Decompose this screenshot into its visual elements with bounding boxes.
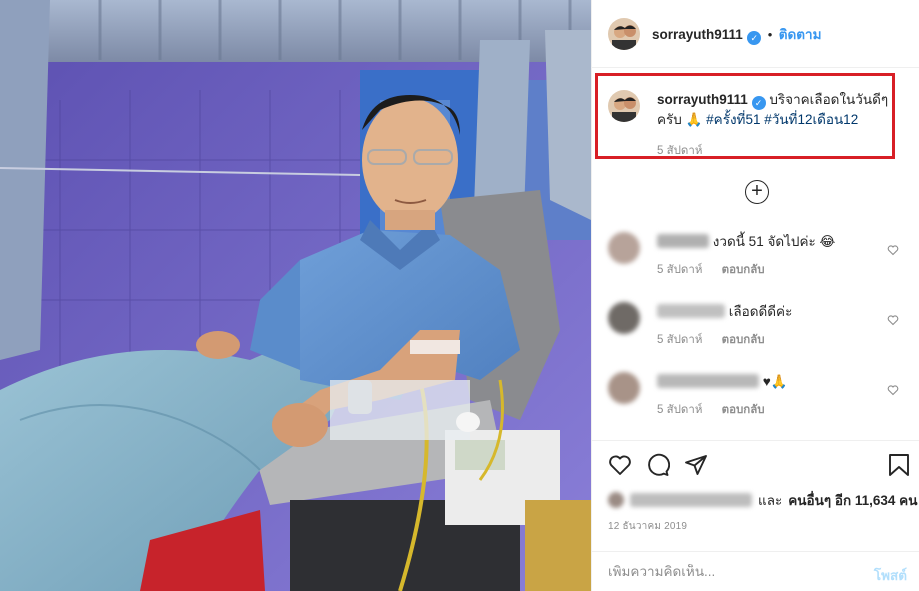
- comment-meta: 5 สัปดาห์ ตอบกลับ: [657, 261, 877, 279]
- comment-icon[interactable]: [646, 453, 670, 477]
- comment-meta: 5 สัปดาห์ ตอบกลับ: [657, 401, 877, 419]
- commenter-avatar[interactable]: [608, 302, 640, 334]
- add-comment-bar: โพสต์: [592, 551, 919, 591]
- plus-circle-icon[interactable]: +: [745, 180, 769, 204]
- action-icons: [608, 453, 708, 477]
- blood-donation-photo: [0, 0, 591, 591]
- comment-item: เลือดดีดีค่ะ 5 สัปดาห์ ตอบกลับ: [608, 302, 908, 349]
- likes-summary: และ คนอื่นๆ อีก 11,634 คน: [608, 489, 917, 511]
- author-avatar[interactable]: [608, 17, 640, 50]
- likes-others-link[interactable]: คนอื่นๆ อีก 11,634 คน: [788, 489, 917, 511]
- hashtag-link[interactable]: #ครั้งที่51: [706, 112, 760, 127]
- heart-icon[interactable]: [608, 453, 632, 477]
- post-photo[interactable]: [0, 0, 591, 591]
- hashtag-link[interactable]: #วันที่12เดือน12: [764, 112, 858, 127]
- post-side-panel: sorrayuth9111 ✓ • ติดตาม sorrayuth9111 ✓…: [591, 0, 919, 591]
- bookmark-button[interactable]: [888, 453, 910, 477]
- comment-time[interactable]: 5 สัปดาห์: [657, 264, 702, 276]
- comment-like-heart-icon[interactable]: [887, 244, 899, 256]
- share-icon[interactable]: [684, 453, 708, 477]
- separator-dot: •: [767, 26, 773, 42]
- commenter-avatar[interactable]: [608, 372, 640, 404]
- comment-time[interactable]: 5 สัปดาห์: [657, 404, 702, 416]
- comment-meta: 5 สัปดาห์ ตอบกลับ: [657, 331, 877, 349]
- commenter-avatar[interactable]: [608, 232, 640, 264]
- follow-button[interactable]: ติดตาม: [779, 27, 822, 42]
- likes-and: และ: [758, 493, 783, 508]
- comment-body: เลือดดีดีค่ะ: [728, 304, 793, 319]
- caption-text: sorrayuth9111 ✓ บริจาคเลือดในวันดีๆ ครับ…: [657, 90, 897, 129]
- verified-badge-icon: ✓: [747, 30, 762, 45]
- reply-button[interactable]: ตอบกลับ: [722, 334, 765, 346]
- comment-body: ♥🙏: [762, 374, 788, 389]
- liker-name-blurred[interactable]: [630, 493, 752, 507]
- caption-author-avatar[interactable]: [608, 90, 640, 122]
- commenter-name-blurred[interactable]: [657, 304, 725, 318]
- comment-like-heart-icon[interactable]: [887, 314, 899, 326]
- comment-text: งวดนี้ 51 จัดไปค่ะ 😂: [657, 232, 877, 251]
- bookmark-icon[interactable]: [888, 453, 910, 477]
- post-caption: sorrayuth9111 ✓ บริจาคเลือดในวันดีๆ ครับ…: [608, 90, 908, 160]
- reply-button[interactable]: ตอบกลับ: [722, 264, 765, 276]
- caption-time[interactable]: 5 สัปดาห์: [657, 142, 897, 160]
- comment-text: ♥🙏: [657, 372, 877, 391]
- comment-time[interactable]: 5 สัปดาห์: [657, 334, 702, 346]
- post-date[interactable]: 12 ธันวาคม 2019: [608, 519, 687, 534]
- author-username[interactable]: sorrayuth9111: [652, 27, 743, 42]
- comment-text: เลือดดีดีค่ะ: [657, 302, 877, 321]
- caption-username[interactable]: sorrayuth9111: [657, 92, 748, 107]
- verified-badge-icon: ✓: [751, 96, 766, 110]
- comment-item: งวดนี้ 51 จัดไปค่ะ 😂 5 สัปดาห์ ตอบกลับ: [608, 232, 908, 279]
- post-header: sorrayuth9111 ✓ • ติดตาม: [592, 0, 919, 68]
- comment-item: ♥🙏 5 สัปดาห์ ตอบกลับ: [608, 372, 908, 419]
- liker-avatar[interactable]: [608, 492, 624, 508]
- post-actions-section: และ คนอื่นๆ อีก 11,634 คน 12 ธันวาคม 201…: [592, 440, 919, 591]
- post-comment-button[interactable]: โพสต์: [874, 564, 907, 586]
- commenter-name-blurred[interactable]: [657, 374, 759, 388]
- comment-input[interactable]: [608, 564, 848, 579]
- commenter-name-blurred[interactable]: [657, 234, 709, 248]
- comment-body: งวดนี้ 51 จัดไปค่ะ 😂: [712, 234, 836, 249]
- reply-button[interactable]: ตอบกลับ: [722, 404, 765, 416]
- comment-like-heart-icon[interactable]: [887, 384, 899, 396]
